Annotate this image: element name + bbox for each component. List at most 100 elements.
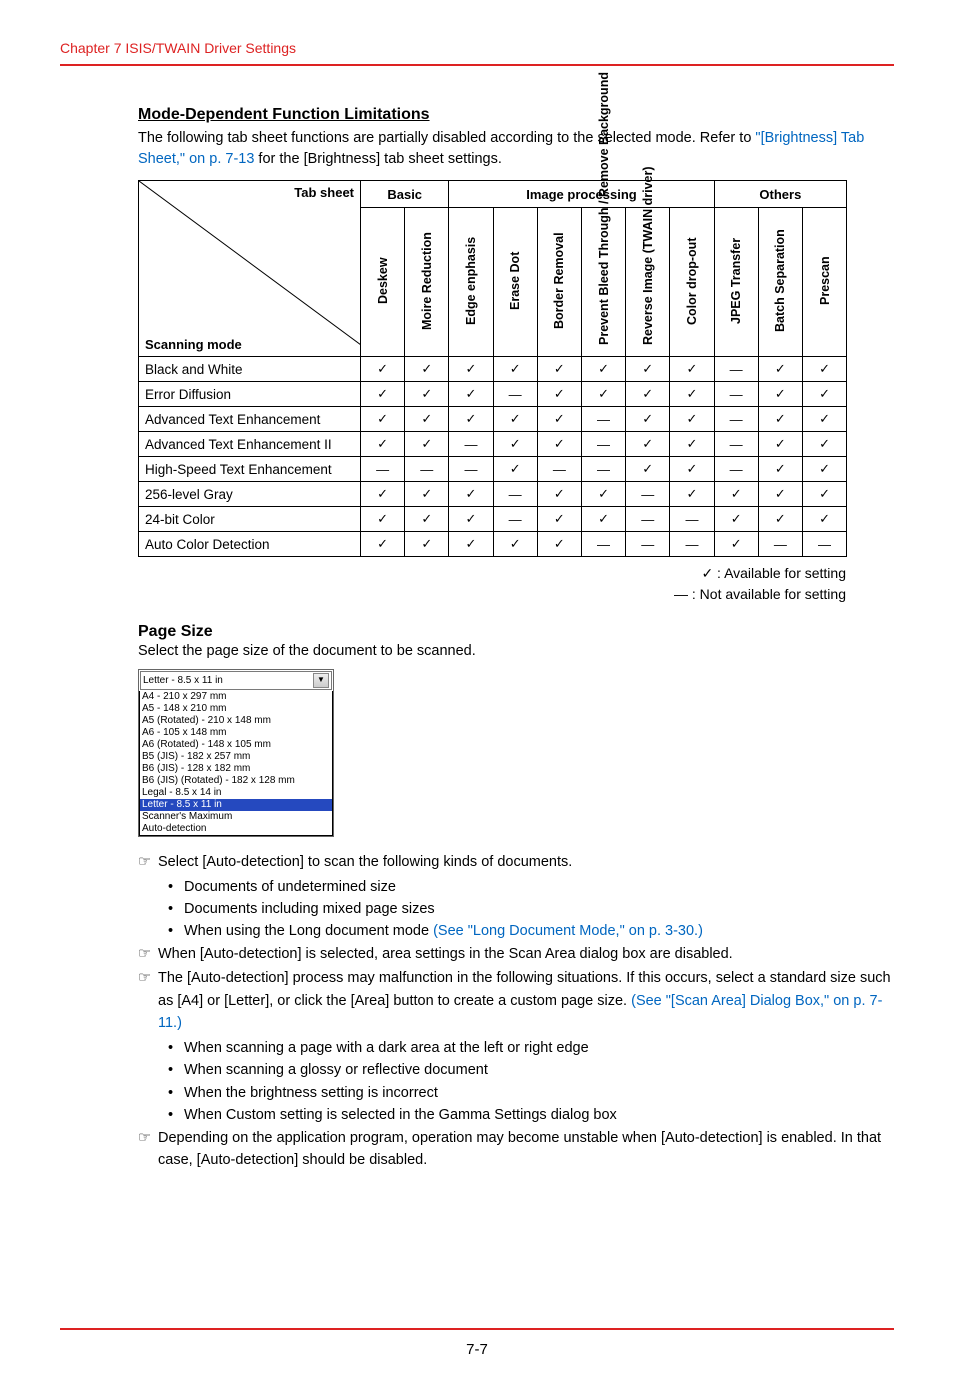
table-cell: — xyxy=(670,507,714,532)
column-group: Basic xyxy=(361,181,449,208)
table-cell: ✓ xyxy=(405,482,449,507)
table-cell: ✓ xyxy=(802,382,846,407)
table-cell: — xyxy=(626,482,670,507)
table-cell: — xyxy=(626,532,670,557)
table-cell: — xyxy=(537,457,581,482)
table-cell: ✓ xyxy=(758,407,802,432)
table-cell: — xyxy=(802,532,846,557)
page-size-dropdown[interactable]: Letter - 8.5 x 11 in ▼ A4 - 210 x 297 mm… xyxy=(138,669,334,837)
note-sub-text: Documents of undetermined size xyxy=(184,876,396,898)
page-size-option[interactable]: A6 (Rotated) - 148 x 105 mm xyxy=(140,739,332,751)
note-link[interactable]: (See "Long Document Mode," on p. 3-30.) xyxy=(433,923,703,939)
page-size-option[interactable]: A5 - 148 x 210 mm xyxy=(140,703,332,715)
page-size-option[interactable]: Auto-detection xyxy=(140,823,332,835)
table-cell: ✓ xyxy=(361,432,405,457)
note-item: ☞When [Auto-detection] is selected, area… xyxy=(138,943,894,965)
table-cell: ✓ xyxy=(626,382,670,407)
note-sub-text: When scanning a glossy or reflective doc… xyxy=(184,1059,488,1081)
table-cell: ✓ xyxy=(626,357,670,382)
table-cell: ✓ xyxy=(361,507,405,532)
column-header: Batch Separation xyxy=(758,208,802,357)
note-body: Select [Auto-detection] to scan the foll… xyxy=(158,851,894,873)
table-cell: ✓ xyxy=(758,432,802,457)
note-sub-bullet: •Documents including mixed page sizes xyxy=(168,898,894,920)
bullet-icon: • xyxy=(168,898,184,920)
page-size-option[interactable]: B6 (JIS) - 128 x 182 mm xyxy=(140,763,332,775)
legend-not-available: — : Not available for setting xyxy=(138,584,846,605)
table-cell: ✓ xyxy=(449,532,493,557)
table-cell: ✓ xyxy=(537,357,581,382)
note-pointer-icon: ☞ xyxy=(138,851,158,873)
column-header: Prescan xyxy=(802,208,846,357)
table-cell: ✓ xyxy=(449,482,493,507)
note-body: When [Auto-detection] is selected, area … xyxy=(158,943,894,965)
page-size-heading: Page Size xyxy=(138,623,894,641)
table-cell: ✓ xyxy=(758,457,802,482)
page-size-selected[interactable]: Letter - 8.5 x 11 in ▼ xyxy=(140,671,332,690)
column-header: JPEG Transfer xyxy=(714,208,758,357)
table-cell: ✓ xyxy=(361,482,405,507)
table-cell: ✓ xyxy=(581,357,625,382)
dropdown-arrow-icon[interactable]: ▼ xyxy=(313,673,329,688)
function-limitations-table: Tab sheetScanning modeBasicImage process… xyxy=(138,180,847,557)
page-size-option[interactable]: A6 - 105 x 148 mm xyxy=(140,727,332,739)
table-cell: ✓ xyxy=(537,482,581,507)
table-row-label: Advanced Text Enhancement xyxy=(139,407,361,432)
page-size-option[interactable]: Legal - 8.5 x 14 in xyxy=(140,787,332,799)
note-sub-text: When scanning a page with a dark area at… xyxy=(184,1037,589,1059)
table-cell: — xyxy=(581,532,625,557)
table-cell: ✓ xyxy=(449,357,493,382)
page-size-selected-text: Letter - 8.5 x 11 in xyxy=(143,675,223,687)
page-size-option[interactable]: B5 (JIS) - 182 x 257 mm xyxy=(140,751,332,763)
table-cell: ✓ xyxy=(626,432,670,457)
table-row-label: Advanced Text Enhancement II xyxy=(139,432,361,457)
table-cell: ✓ xyxy=(493,357,537,382)
table-cell: ✓ xyxy=(758,357,802,382)
column-group: Image processing xyxy=(449,181,714,208)
page-size-option[interactable]: B6 (JIS) (Rotated) - 182 x 128 mm xyxy=(140,775,332,787)
table-cell: ✓ xyxy=(626,407,670,432)
table-cell: — xyxy=(493,482,537,507)
table-cell: ✓ xyxy=(493,457,537,482)
note-body: Depending on the application program, op… xyxy=(158,1127,894,1172)
table-cell: ✓ xyxy=(714,482,758,507)
page-size-option[interactable]: Letter - 8.5 x 11 in xyxy=(140,799,332,811)
column-group: Others xyxy=(714,181,847,208)
intro-pre: The following tab sheet functions are pa… xyxy=(138,130,755,146)
table-cell: — xyxy=(581,432,625,457)
intro-text: The following tab sheet functions are pa… xyxy=(138,128,894,170)
bullet-icon: • xyxy=(168,1082,184,1104)
table-cell: ✓ xyxy=(670,382,714,407)
page-size-option[interactable]: A4 - 210 x 297 mm xyxy=(140,691,332,703)
note-item: ☞Depending on the application program, o… xyxy=(138,1127,894,1172)
table-cell: ✓ xyxy=(493,432,537,457)
bullet-icon: • xyxy=(168,1059,184,1081)
table-cell: — xyxy=(361,457,405,482)
note-sub-text: When using the Long document mode (See "… xyxy=(184,920,703,942)
page-size-option[interactable]: A5 (Rotated) - 210 x 148 mm xyxy=(140,715,332,727)
table-cell: ✓ xyxy=(405,357,449,382)
bullet-icon: • xyxy=(168,876,184,898)
page-size-option-list[interactable]: A4 - 210 x 297 mmA5 - 148 x 210 mmA5 (Ro… xyxy=(139,691,333,836)
table-cell: ✓ xyxy=(537,382,581,407)
note-body: The [Auto-detection] process may malfunc… xyxy=(158,967,894,1034)
table-cell: ✓ xyxy=(802,482,846,507)
table-cell: ✓ xyxy=(405,532,449,557)
notes-section: ☞Select [Auto-detection] to scan the fol… xyxy=(138,851,894,1172)
table-cell: — xyxy=(626,507,670,532)
table-cell: ✓ xyxy=(670,407,714,432)
table-cell: — xyxy=(714,457,758,482)
column-header: Moire Reduction xyxy=(405,208,449,357)
section-title: Mode-Dependent Function Limitations xyxy=(138,106,894,124)
table-cell: — xyxy=(449,432,493,457)
table-cell: ✓ xyxy=(802,432,846,457)
diagonal-header: Tab sheetScanning mode xyxy=(139,181,361,357)
page-size-option[interactable]: Scanner's Maximum xyxy=(140,811,332,823)
table-row-label: Auto Color Detection xyxy=(139,532,361,557)
table-cell: ✓ xyxy=(361,532,405,557)
column-header: Erase Dot xyxy=(493,208,537,357)
bullet-icon: • xyxy=(168,920,184,942)
table-cell: ✓ xyxy=(405,382,449,407)
table-cell: — xyxy=(714,432,758,457)
table-cell: — xyxy=(714,357,758,382)
